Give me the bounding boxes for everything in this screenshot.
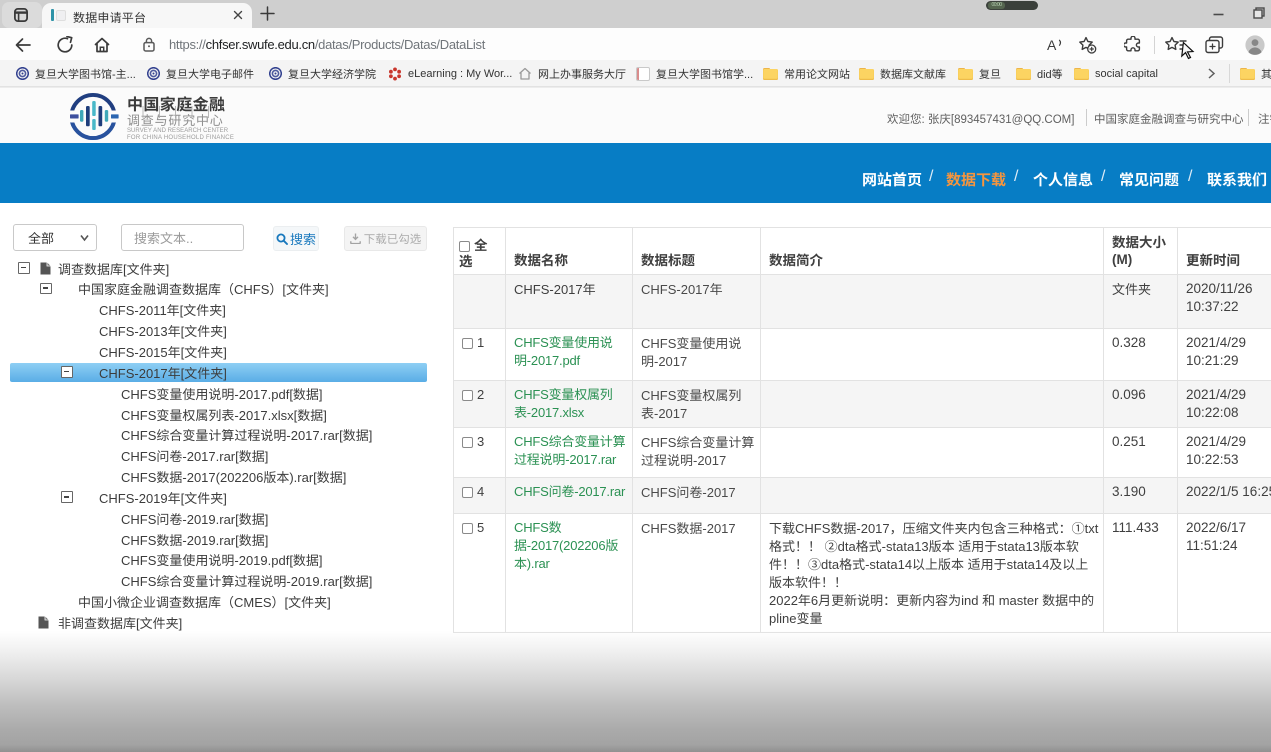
svg-text:A: A [1047,37,1057,53]
